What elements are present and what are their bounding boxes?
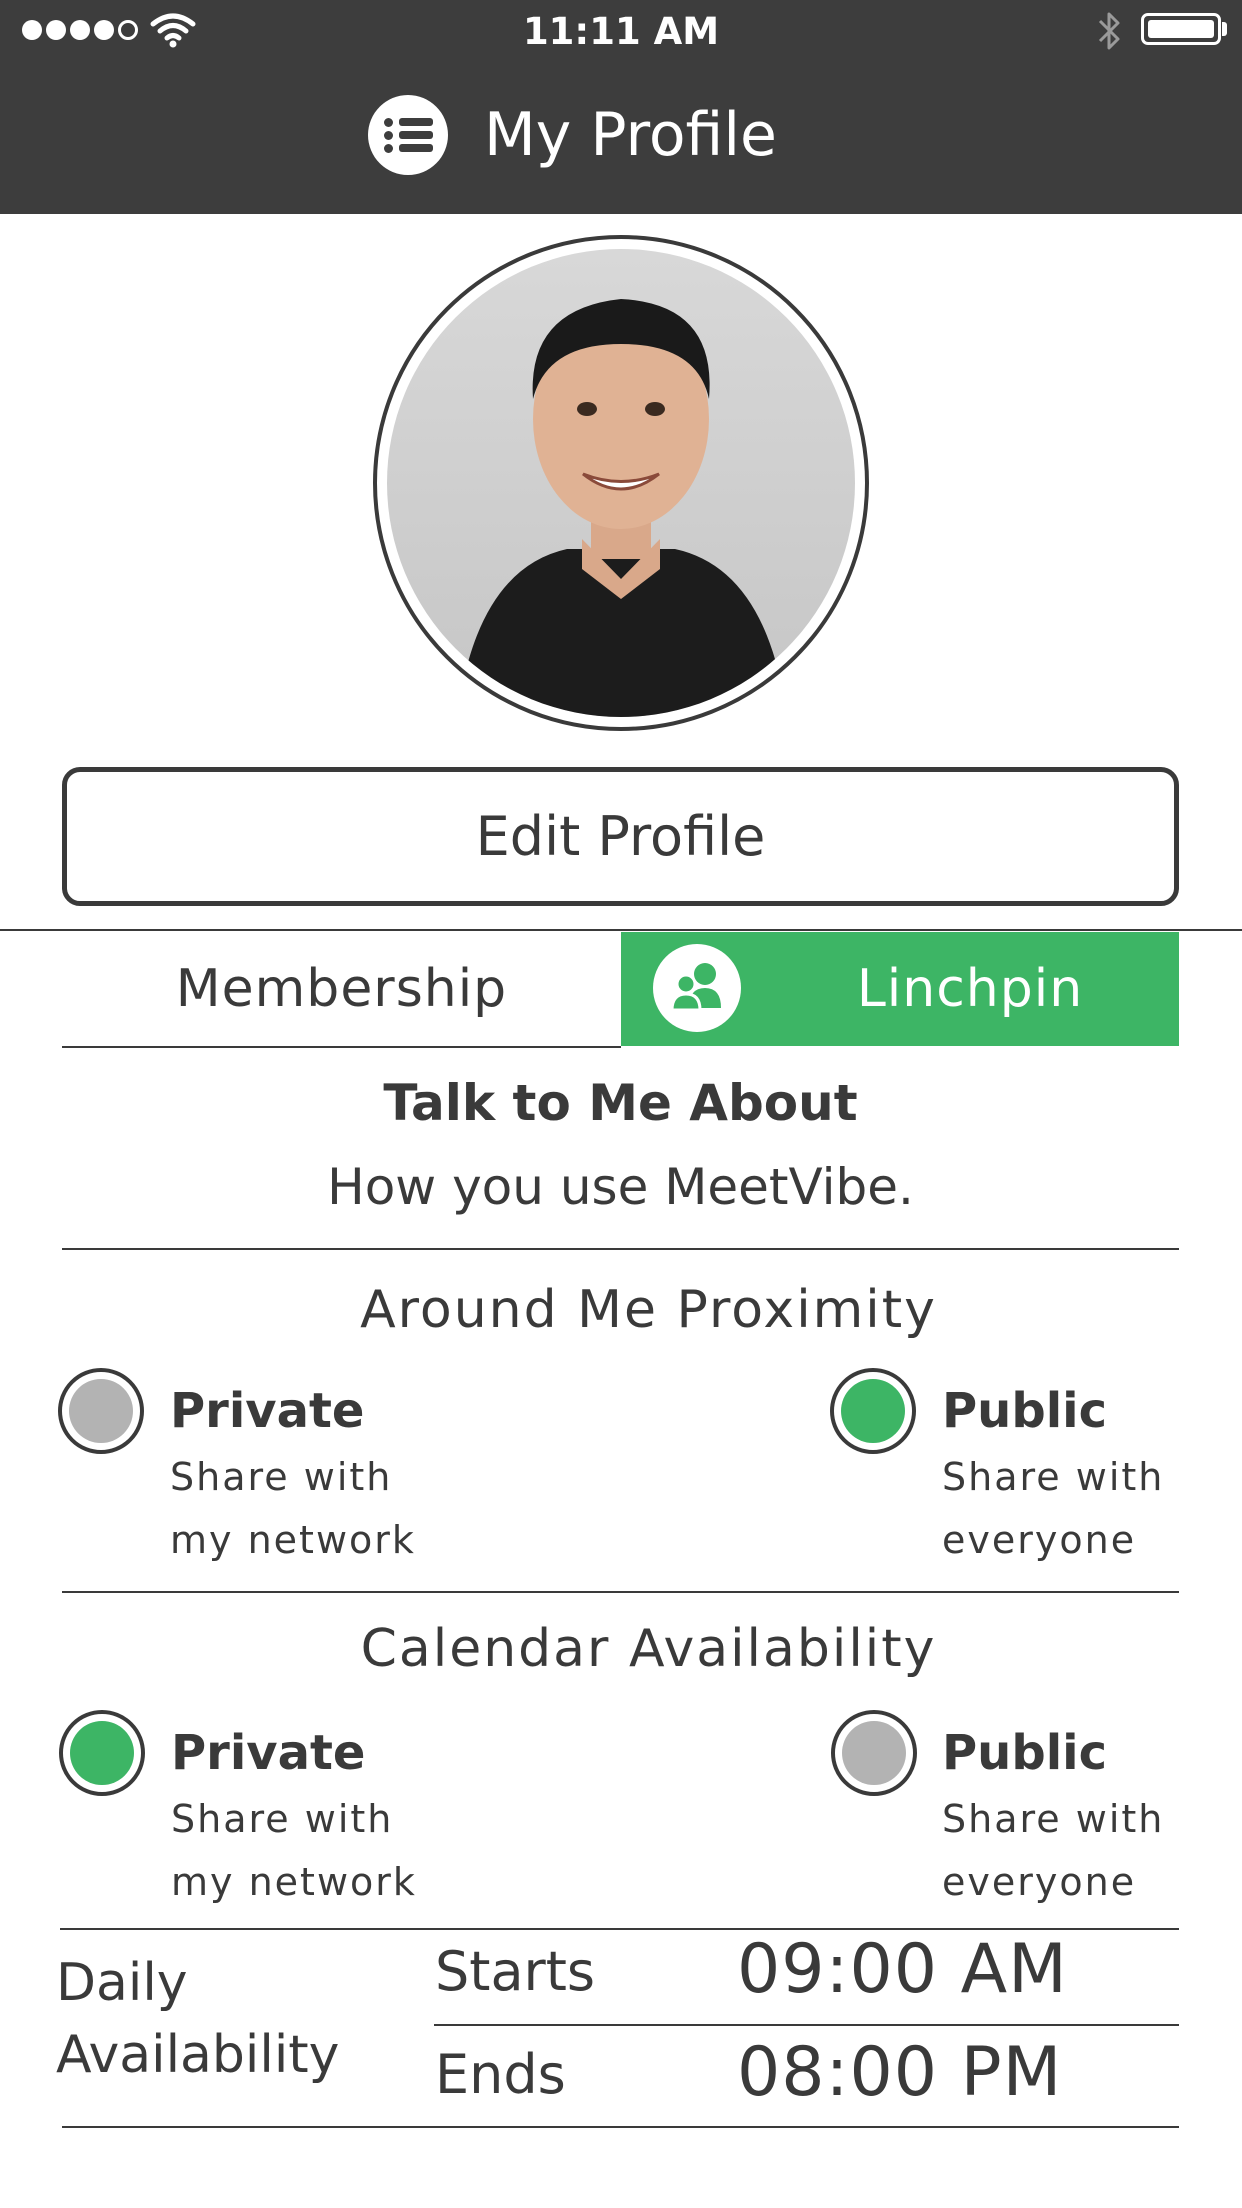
menu-list-icon[interactable] — [368, 95, 448, 175]
calendar-public-label: Public — [942, 1725, 1108, 1781]
starts-time[interactable]: 09:00 AM — [737, 1930, 1068, 2009]
proximity-private-radio[interactable] — [58, 1368, 144, 1454]
proximity-public-radio[interactable] — [830, 1368, 916, 1454]
status-time: 11:11 AM — [522, 10, 720, 53]
divider — [62, 2126, 1179, 2128]
proximity-private-desc: Share with my network — [170, 1455, 416, 1562]
proximity-private-label: Private — [170, 1383, 365, 1439]
bluetooth-icon — [1098, 12, 1120, 50]
page-title: My Profile — [484, 100, 777, 170]
calendar-public-desc: Share with everyone — [942, 1797, 1165, 1904]
divider — [434, 2024, 1179, 2026]
profile-photo — [457, 299, 787, 717]
calendar-title: Calendar Availability — [360, 1619, 937, 1679]
proximity-title: Around Me Proximity — [360, 1280, 937, 1340]
talk-to-me-value[interactable]: How you use MeetVibe. — [62, 1158, 1179, 1216]
tab-linchpin-label: Linchpin — [856, 959, 1084, 1019]
calendar-private-desc: Share with my network — [171, 1797, 417, 1904]
divider — [0, 929, 1242, 931]
calendar-private-radio[interactable] — [59, 1710, 145, 1796]
daily-availability-label: Daily Availability — [56, 1953, 340, 2085]
divider — [62, 1591, 1179, 1593]
divider — [62, 1248, 1179, 1250]
calendar-public-radio[interactable] — [831, 1710, 917, 1796]
battery-tip — [1222, 22, 1227, 36]
starts-label: Starts — [435, 1940, 596, 2003]
ends-time[interactable]: 08:00 PM — [737, 2033, 1062, 2112]
battery-icon — [1141, 13, 1221, 45]
edit-profile-button[interactable]: Edit Profile — [62, 767, 1179, 906]
divider — [62, 1046, 621, 1048]
calendar-private-label: Private — [171, 1725, 366, 1781]
tab-membership[interactable]: Membership — [62, 932, 621, 1046]
tab-linchpin[interactable]: Linchpin — [621, 932, 1179, 1046]
proximity-public-label: Public — [942, 1383, 1108, 1439]
proximity-public-desc: Share with everyone — [942, 1455, 1165, 1562]
avatar — [373, 235, 869, 731]
ends-label: Ends — [435, 2043, 566, 2106]
talk-to-me-title: Talk to Me About — [383, 1074, 858, 1132]
users-icon — [653, 944, 741, 1032]
